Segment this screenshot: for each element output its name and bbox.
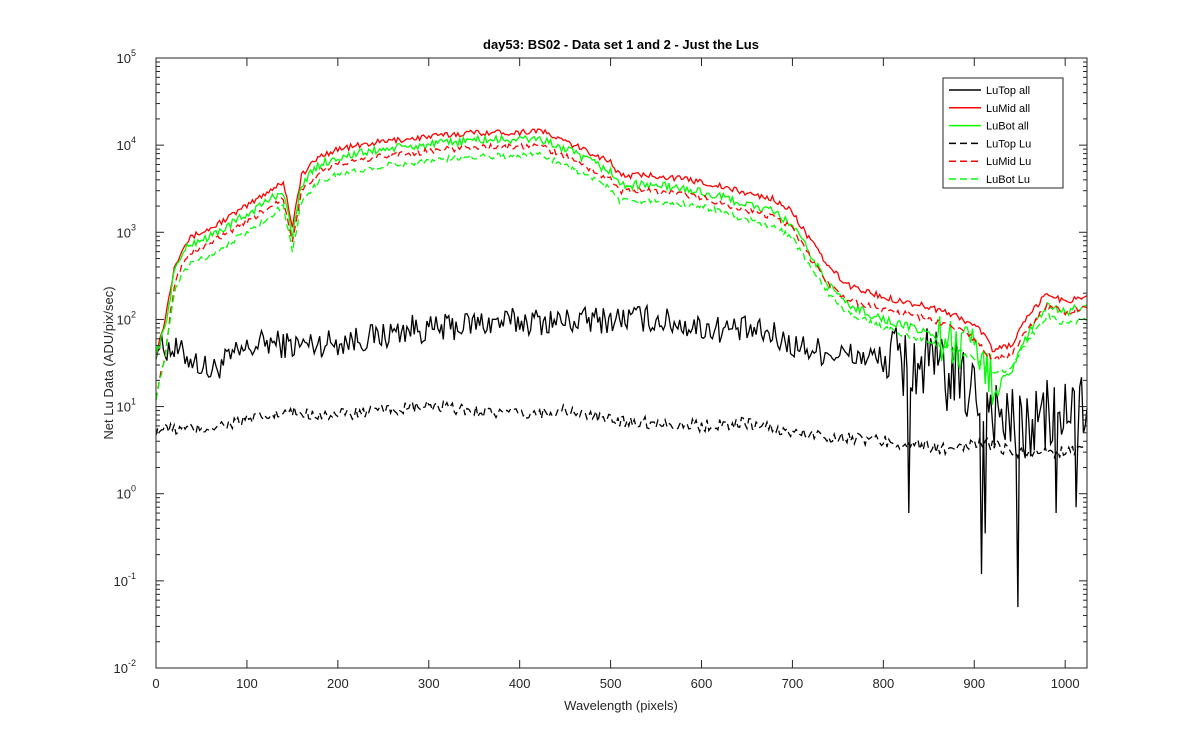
legend-entry: LuBot all xyxy=(986,121,1029,133)
legend-entry: LuTop all xyxy=(986,85,1030,97)
x-tick-label: 800 xyxy=(872,676,894,691)
x-axis-label: Wavelength (pixels) xyxy=(564,698,678,713)
legend-entry: LuMid all xyxy=(986,103,1030,115)
figure: day53: BS02 - Data set 1 and 2 - Just th… xyxy=(0,0,1200,750)
legend-entry: LuMid Lu xyxy=(986,156,1031,168)
legend-entry: LuTop Lu xyxy=(986,138,1031,150)
x-tick-label: 400 xyxy=(509,676,531,691)
x-tick-label: 200 xyxy=(327,676,349,691)
legend: LuTop all LuMid all LuBot all LuTop Lu LuMid… xyxy=(942,77,1064,189)
x-tick-label: 700 xyxy=(782,676,804,691)
x-tick-label: 100 xyxy=(236,676,258,691)
chart-title: day53: BS02 - Data set 1 and 2 - Just th… xyxy=(483,37,759,52)
x-tick-label: 0 xyxy=(152,676,159,691)
legend-entry: LuBot Lu xyxy=(986,174,1030,186)
x-tick-label: 500 xyxy=(600,676,622,691)
x-tick-label: 600 xyxy=(691,676,713,691)
line-chart: day53: BS02 - Data set 1 and 2 - Just th… xyxy=(0,0,1200,750)
x-tick-label: 1000 xyxy=(1051,676,1080,691)
x-tick-label: 900 xyxy=(963,676,985,691)
x-tick-label: 300 xyxy=(418,676,440,691)
y-axis-label: Net Lu Data (ADU/pix/sec) xyxy=(101,286,116,439)
